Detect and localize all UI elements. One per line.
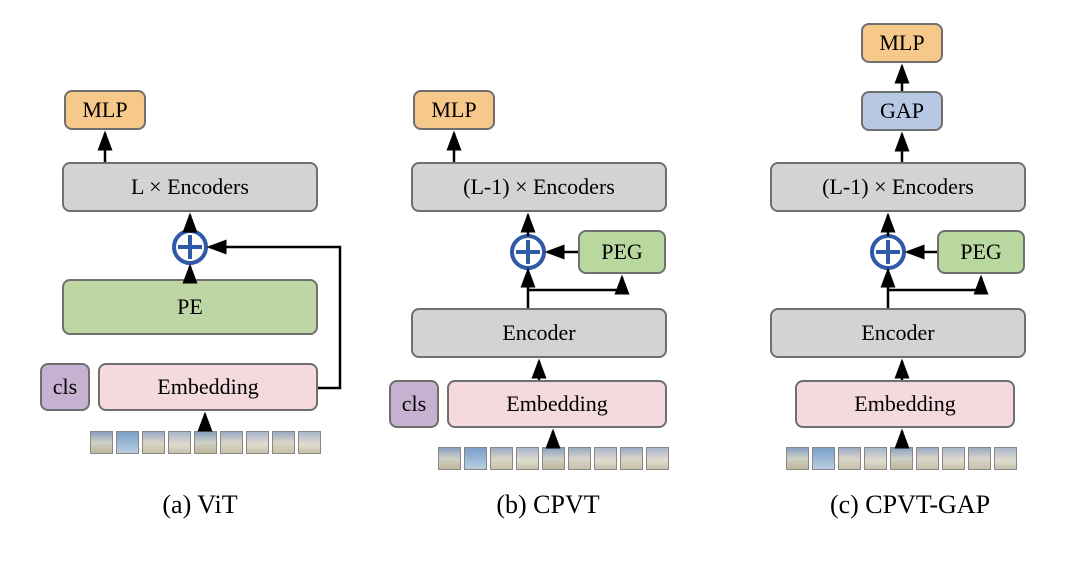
cpvtgap-mlp-block: MLP [861,23,943,63]
cpvt-encoder-block: Encoder [411,308,667,358]
cpvt-peg-label: PEG [601,239,643,265]
cpvt-encoders-label: (L-1) × Encoders [463,174,615,200]
cpvtgap-peg-block: PEG [937,230,1025,274]
cpvtgap-encoder-label: Encoder [861,320,934,346]
cpvt-encoder-label: Encoder [502,320,575,346]
vit-embedding-label: Embedding [157,374,258,400]
cpvt-mlp-label: MLP [431,97,476,123]
vit-add-icon [174,231,206,263]
cpvtgap-patches [786,447,1017,470]
cpvtgap-gap-label: GAP [880,98,924,124]
vit-mlp-label: MLP [82,97,127,123]
cpvt-add-icon [512,236,544,268]
cpvt-embedding-block: Embedding [447,380,667,428]
cpvtgap-add-icon [872,236,904,268]
diagram-canvas: MLP L × Encoders PE cls Embedding (a) Vi… [0,0,1080,564]
vit-pe-label: PE [177,294,203,320]
caption-c: (c) CPVT-GAP [790,490,1030,520]
vit-encoders-block: L × Encoders [62,162,318,212]
caption-a: (a) ViT [100,490,300,520]
cpvtgap-encoders-label: (L-1) × Encoders [822,174,974,200]
vit-mlp-block: MLP [64,90,146,130]
cpvtgap-peg-label: PEG [960,239,1002,265]
cpvtgap-gap-block: GAP [861,91,943,131]
cpvt-peg-block: PEG [578,230,666,274]
vit-cls-block: cls [40,363,90,411]
caption-b: (b) CPVT [448,490,648,520]
vit-cls-label: cls [53,374,77,400]
cpvt-mlp-block: MLP [413,90,495,130]
cpvtgap-mlp-label: MLP [879,30,924,56]
vit-pe-block: PE [62,279,318,335]
cpvtgap-encoders-block: (L-1) × Encoders [770,162,1026,212]
cpvtgap-embedding-block: Embedding [795,380,1015,428]
vit-encoders-label: L × Encoders [131,174,249,200]
cpvt-cls-label: cls [402,391,426,417]
cpvtgap-embedding-label: Embedding [854,391,955,417]
cpvtgap-encoder-block: Encoder [770,308,1026,358]
cpvt-patches [438,447,669,470]
cpvt-cls-block: cls [389,380,439,428]
vit-embedding-block: Embedding [98,363,318,411]
vit-patches [90,431,321,454]
cpvt-encoders-block: (L-1) × Encoders [411,162,667,212]
cpvt-embedding-label: Embedding [506,391,607,417]
